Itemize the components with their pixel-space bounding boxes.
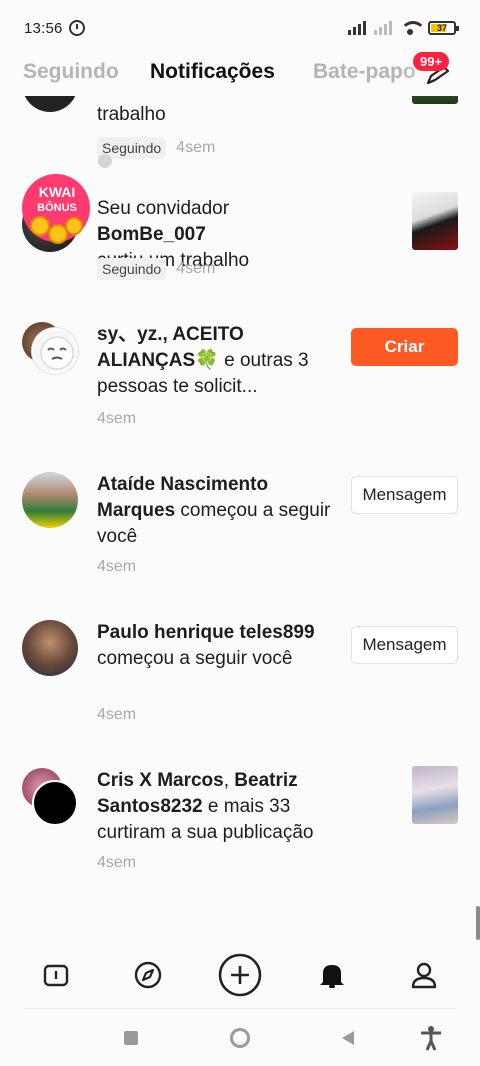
notification-text: Cris X Marcos, Beatriz Santos8232 e mais… [97, 768, 341, 846]
promo-line-2: BÔNUS [37, 202, 77, 214]
notification-text: Ataíde Nascimento Marques começou a segu… [97, 472, 341, 550]
notification-meta: 4sem [97, 854, 136, 872]
back-button[interactable] [334, 1024, 362, 1052]
bell-icon [320, 965, 344, 988]
avatar[interactable] [32, 780, 78, 826]
system-nav [0, 1010, 480, 1066]
nav-home[interactable] [32, 951, 80, 999]
tab-seguindo[interactable]: Seguindo [23, 60, 119, 84]
status-bar: 13:56 37 [0, 0, 480, 56]
notification-meta: Seguindo 4sem [97, 258, 215, 280]
notification-meta: 4sem [97, 558, 136, 576]
following-chip: Seguindo [97, 258, 167, 280]
clock: 13:56 [24, 19, 63, 37]
cat-face-icon [40, 336, 74, 370]
circle-icon [230, 1028, 250, 1048]
signal-icon [348, 21, 366, 35]
create-button[interactable]: Criar [351, 328, 458, 366]
user-name[interactable]: Paulo henrique teles899 [97, 622, 315, 643]
scrollbar[interactable] [476, 906, 480, 940]
user-name[interactable]: BomBe_007 [97, 224, 206, 245]
kwai-bonus-badge[interactable]: KWAI BÔNUS [18, 172, 96, 244]
avatar[interactable] [22, 620, 78, 676]
battery-level: 37 [436, 23, 447, 33]
wifi-icon [400, 21, 426, 35]
notification-time: 4sem [97, 558, 137, 575]
notification-text: Paulo henrique teles899 começou a seguir… [97, 620, 341, 672]
notification-time: 4sem [97, 410, 137, 427]
notification-text: sy、yz., ACEITO ALIANÇAS🍀 e outras 3 pess… [97, 322, 341, 400]
accessibility-icon [421, 1026, 441, 1051]
promo-line-1: KWAI [38, 184, 76, 200]
message-button[interactable]: Mensagem [351, 626, 458, 664]
battery-icon: 37 [428, 21, 459, 35]
nav-create[interactable] [216, 951, 264, 999]
post-thumbnail[interactable] [412, 766, 458, 824]
post-thumbnail[interactable] [412, 96, 458, 104]
avatar[interactable] [32, 328, 78, 374]
nav-profile[interactable] [400, 951, 448, 999]
accessibility-button[interactable] [417, 1024, 445, 1052]
home-icon [43, 964, 69, 987]
notification-meta: 4sem [97, 410, 136, 428]
notification-time: 4sem [97, 706, 137, 723]
notification-action: começou a seguir você [97, 648, 293, 669]
profile-icon [411, 962, 437, 989]
notification-time: 4sem [97, 854, 137, 871]
alarm-icon [68, 20, 85, 36]
bottom-nav [0, 940, 480, 1010]
notification-meta: Seguindo 4sem [97, 137, 215, 159]
chat-badge: 99+ [413, 52, 450, 71]
signal-off-icon [374, 21, 392, 35]
promo-label: KWAI BÔNUS [18, 184, 96, 216]
avatar[interactable] [22, 472, 78, 528]
notification-text: trabalho [97, 104, 166, 125]
nav-discover[interactable] [124, 951, 172, 999]
tab-notificacoes[interactable]: Notificações [150, 60, 275, 84]
name-separator: , [223, 770, 235, 791]
notification-time: 4sem [176, 260, 216, 277]
nav-notifications[interactable] [308, 951, 356, 999]
create-icon [218, 953, 262, 997]
notification-time: 4sem [176, 139, 216, 156]
post-thumbnail[interactable] [412, 192, 458, 250]
square-icon [124, 1031, 138, 1045]
divider [24, 1008, 456, 1009]
user-name[interactable]: Cris X Marcos [97, 770, 224, 791]
back-triangle-icon [342, 1031, 354, 1045]
recents-button[interactable] [117, 1024, 145, 1052]
discover-icon [134, 961, 162, 989]
notification-prefix: Seu convidador [97, 198, 230, 219]
close-icon[interactable] [98, 154, 112, 168]
avatar[interactable] [22, 96, 78, 112]
home-button[interactable] [226, 1024, 254, 1052]
message-button[interactable]: Mensagem [351, 476, 458, 514]
top-tabs: Seguindo Notificações Bate-papo [0, 56, 480, 96]
notification-meta: 4sem [97, 706, 136, 724]
